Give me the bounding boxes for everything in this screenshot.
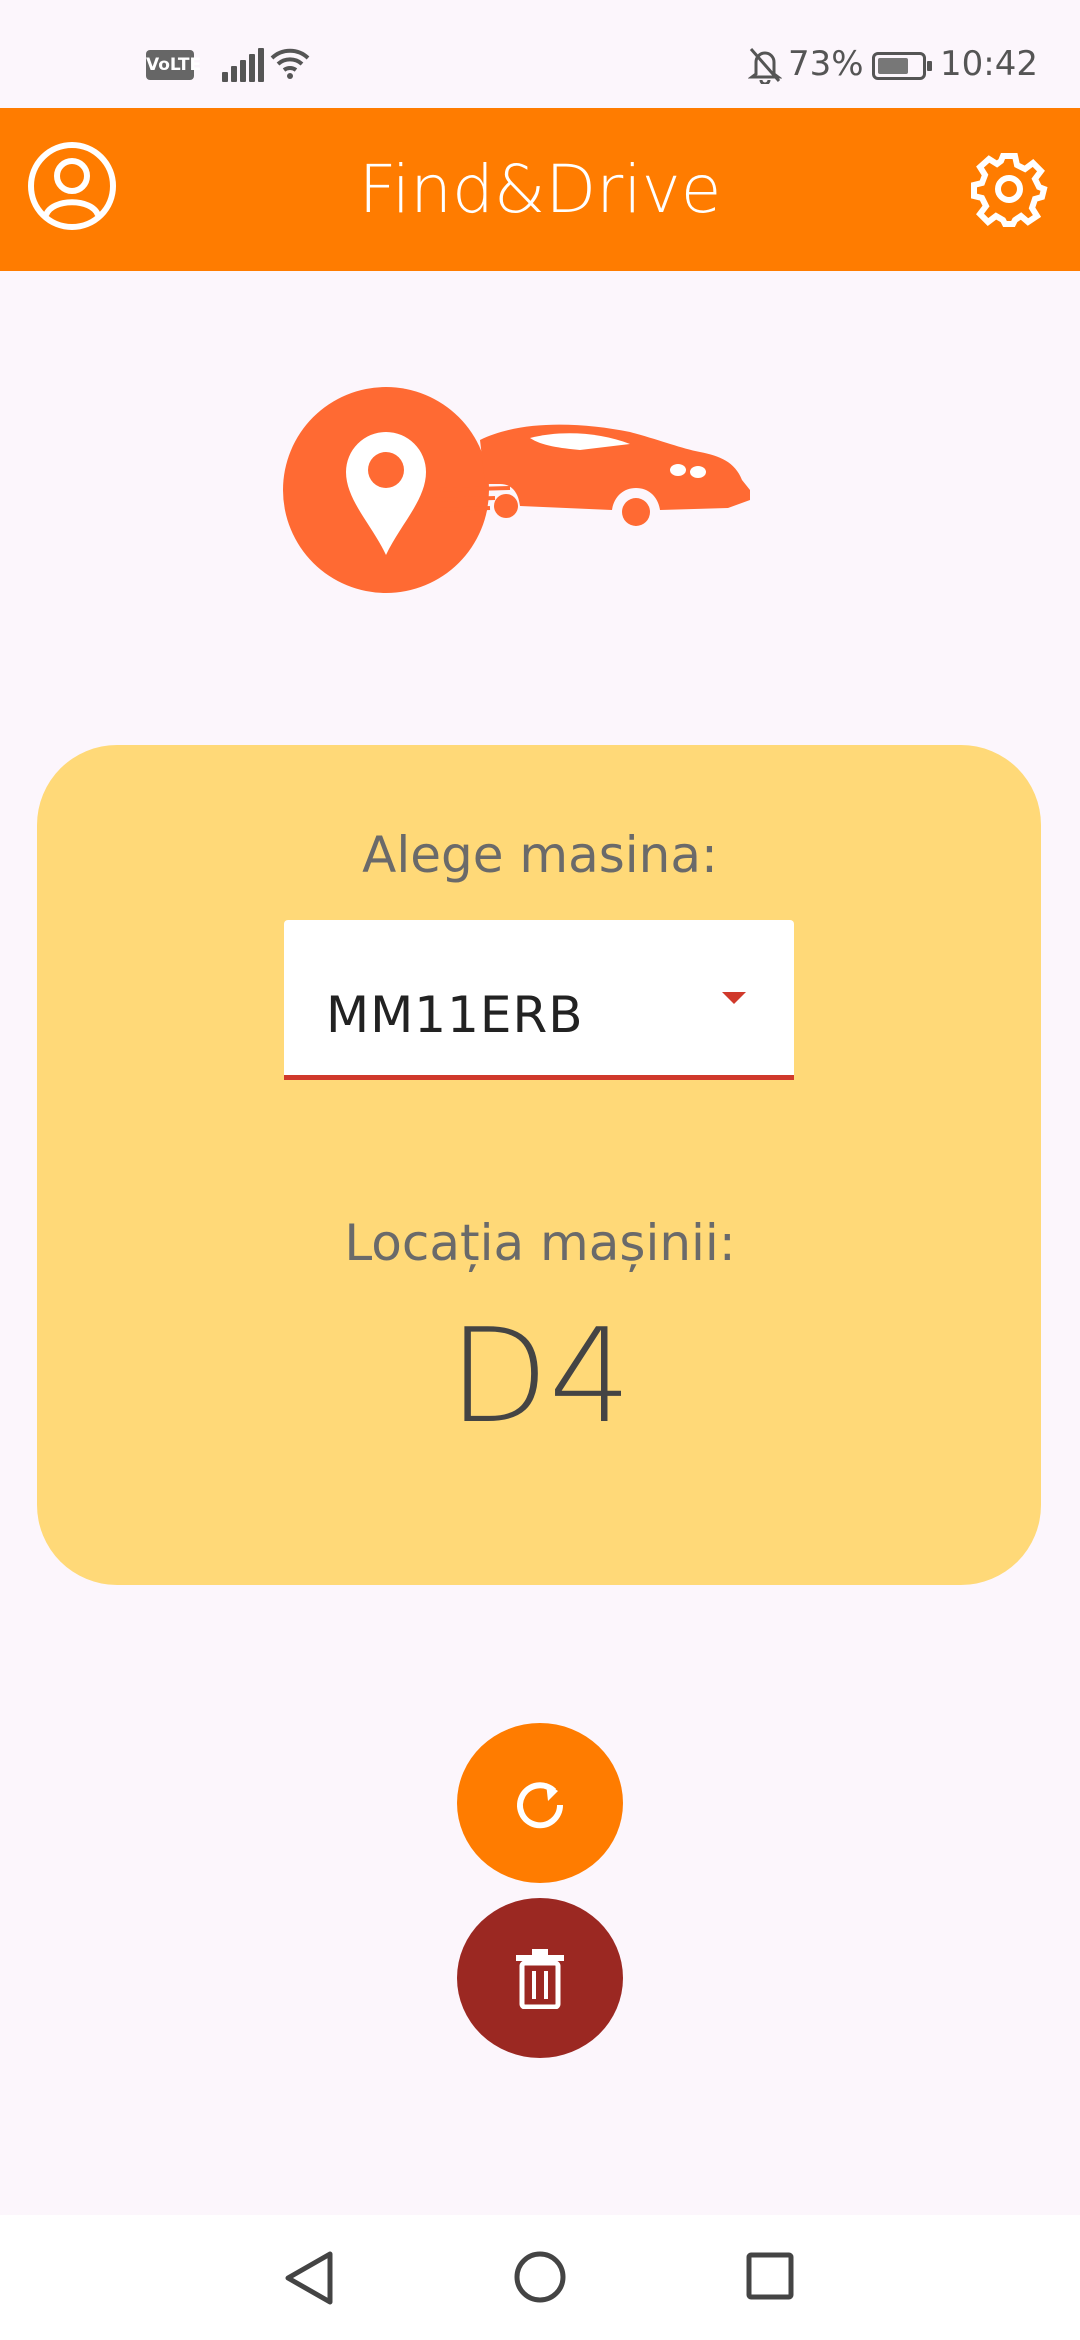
status-bar: VoLTE 73% 10:42 xyxy=(0,0,1080,108)
battery-icon xyxy=(872,52,932,80)
home-icon[interactable] xyxy=(513,2250,567,2304)
back-icon[interactable] xyxy=(282,2250,336,2306)
bell-off-icon xyxy=(748,48,782,84)
car-location-label: Locația mașinii: xyxy=(344,1214,736,1272)
profile-icon[interactable] xyxy=(26,140,118,232)
trash-icon xyxy=(516,1949,564,2009)
car-location-value: D4 xyxy=(448,1300,632,1452)
wifi-icon xyxy=(270,48,310,79)
app-title: Find&Drive xyxy=(358,151,722,228)
choose-car-label: Alege masina: xyxy=(362,826,718,884)
recents-icon[interactable] xyxy=(745,2251,795,2301)
signal-icon xyxy=(222,48,264,82)
refresh-icon xyxy=(517,1782,564,1829)
selected-car-value: MM11ERB xyxy=(326,986,584,1044)
app-logo xyxy=(283,387,750,593)
refresh-button[interactable] xyxy=(457,1723,623,1883)
dropdown-arrow-icon xyxy=(722,992,746,1004)
battery-percent: 73% xyxy=(788,44,864,84)
delete-button[interactable] xyxy=(457,1898,623,2058)
volte-badge: VoLTE xyxy=(146,50,201,80)
car-select-dropdown[interactable]: MM11ERB xyxy=(284,920,794,1080)
gear-icon[interactable] xyxy=(970,150,1048,228)
clock: 10:42 xyxy=(940,44,1038,84)
